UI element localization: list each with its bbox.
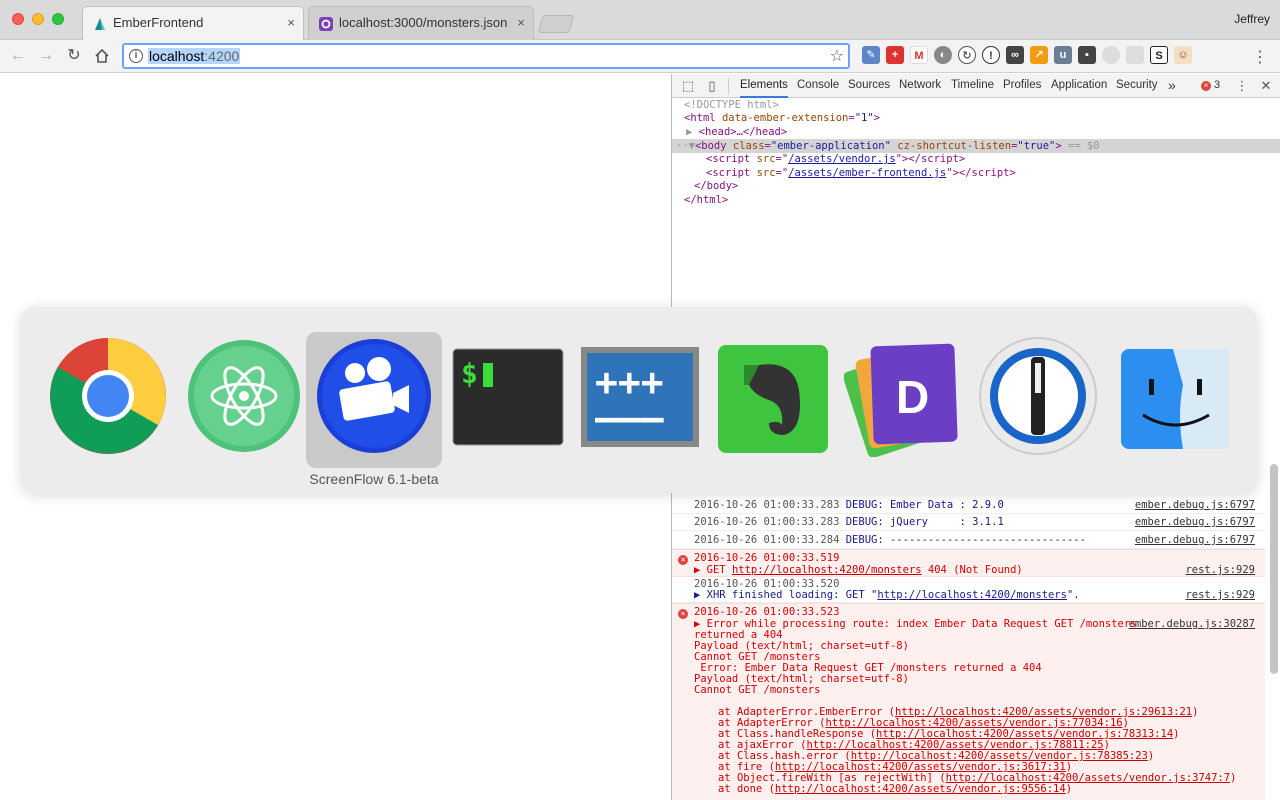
gmail-extension-icon[interactable]: M	[910, 46, 928, 64]
briefcase-extension-icon[interactable]: ▪	[1078, 46, 1096, 64]
s-extension-icon[interactable]: S	[1150, 46, 1168, 64]
new-tab-button[interactable]	[537, 15, 575, 33]
tab-timeline[interactable]: Timeline	[951, 74, 994, 98]
bookmark-star-icon[interactable]: ☆	[830, 46, 844, 66]
devtools-tabbar: ⬚ ▯ Elements Console Sources Network Tim…	[672, 74, 1280, 98]
source-link[interactable]: ember.debug.js:6797	[1135, 499, 1255, 511]
chart-extension-icon[interactable]: ↗	[1030, 46, 1048, 64]
error-count-badge[interactable]: × 3	[1201, 79, 1220, 91]
inspect-element-icon[interactable]: ⬚	[680, 78, 696, 94]
mask-extension-icon[interactable]: ∞	[1006, 46, 1024, 64]
ublock-extension-icon[interactable]: u	[1054, 46, 1072, 64]
compass-extension-icon[interactable]: ◐	[934, 46, 952, 64]
terminal-app-icon[interactable]: $	[451, 335, 573, 457]
ember-inspector-extension-icon[interactable]: ✎	[862, 46, 880, 64]
chrome-app-icon[interactable]	[47, 335, 169, 457]
tab-network[interactable]: Network	[899, 74, 941, 98]
screenflow-app-icon[interactable]	[313, 335, 435, 457]
home-icon[interactable]	[92, 46, 112, 66]
window-titlebar: EmberFrontend × localhost:3000/monsters.…	[0, 0, 1280, 40]
body-close-node[interactable]: </body>	[694, 180, 738, 194]
1password-app-icon[interactable]	[977, 335, 1099, 457]
source-link[interactable]: rest.js:929	[1185, 589, 1255, 601]
stack-frame[interactable]: at done (http://localhost:4200/assets/ve…	[718, 783, 1072, 795]
devtools-menu-icon[interactable]: ⋮	[1234, 78, 1250, 94]
address-bar[interactable]: i localhost:4200 ☆	[122, 43, 850, 69]
plus-extension-icon[interactable]: +	[886, 46, 904, 64]
tab-profiles[interactable]: Profiles	[1003, 74, 1041, 98]
tab-close-icon[interactable]: ×	[517, 7, 525, 39]
source-link[interactable]: ember.debug.js:6797	[1135, 534, 1255, 546]
tab-monsters-json[interactable]: localhost:3000/monsters.json ×	[308, 6, 534, 40]
window-maximize-button[interactable]	[52, 13, 64, 25]
forward-arrow-icon[interactable]: →	[36, 46, 56, 66]
source-link[interactable]: ember.debug.js:6797	[1135, 516, 1255, 528]
html-node[interactable]: <html data-ember-extension="1">	[684, 112, 880, 126]
selected-app-label: ScreenFlow 6.1-beta	[309, 471, 439, 487]
tab-sources[interactable]: Sources	[848, 74, 890, 98]
address-host: localhost	[149, 48, 205, 64]
doctype-node[interactable]: <!DOCTYPE html>	[684, 99, 779, 113]
window-minimize-button[interactable]	[32, 13, 44, 25]
refresh-extension-icon[interactable]: ↻	[958, 46, 976, 64]
browser-toolbar: ← → ↻ i localhost:4200 ☆ ✎ + M ◐ ↻ ! ∞ ↗…	[0, 40, 1280, 73]
ember-favicon-icon	[95, 18, 105, 30]
console-debug-row: 2016-10-26 01:00:33.283 DEBUG: jQuery : …	[672, 514, 1265, 531]
tab-console[interactable]: Console	[797, 74, 839, 98]
alert-extension-icon[interactable]: !	[982, 46, 1000, 64]
address-text[interactable]: localhost:4200	[148, 48, 241, 64]
info-icon[interactable]: i	[129, 49, 143, 63]
profile-name[interactable]: Jeffrey	[1234, 12, 1270, 26]
reload-icon[interactable]: ↻	[64, 46, 84, 66]
character-extension-icon[interactable]: ☺	[1174, 46, 1192, 64]
error-icon: ×	[1201, 81, 1211, 91]
console-xhr-row[interactable]: 2016-10-26 01:00:33.520 ▶ XHR finished l…	[672, 577, 1265, 603]
head-node[interactable]: ▶ <head>…</head>	[686, 126, 787, 140]
error-icon: ×	[678, 609, 688, 619]
console-error-row[interactable]: × 2016-10-26 01:00:33.523 ember.debug.js…	[672, 603, 1265, 800]
tab-security[interactable]: Security	[1116, 74, 1158, 98]
source-link[interactable]: ember.debug.js:30287	[1129, 618, 1255, 630]
svg-text:$: $	[461, 357, 478, 390]
atom-app-icon[interactable]	[183, 335, 305, 457]
elements-tree: <!DOCTYPE html> <html data-ember-extensi…	[672, 99, 1280, 339]
address-port: :4200	[204, 48, 240, 64]
more-tabs-icon[interactable]: »	[1168, 74, 1176, 98]
dash-app-icon[interactable]: D	[844, 335, 966, 457]
tab-title: EmberFrontend	[113, 15, 204, 30]
tab-emberfrontend[interactable]: EmberFrontend ×	[82, 6, 304, 40]
tab-application[interactable]: Application	[1051, 74, 1107, 98]
svg-text:D: D	[896, 371, 929, 423]
app-switcher: $ +++ ——— D ScreenFlow 6.1-beta	[21, 307, 1257, 493]
evernote-app-icon[interactable]	[714, 335, 836, 457]
tab-title: localhost:3000/monsters.json	[339, 15, 508, 30]
console-debug-row: 2016-10-26 01:00:33.283 DEBUG: Ember Dat…	[672, 497, 1265, 514]
html-close-node[interactable]: </html>	[684, 194, 728, 208]
finder-app-icon[interactable]	[1115, 335, 1237, 457]
diff-app-icon[interactable]: +++ ———	[579, 335, 701, 457]
back-arrow-icon[interactable]: ←	[8, 46, 28, 66]
window-close-button[interactable]	[12, 13, 24, 25]
script-app-node[interactable]: <script src="/assets/ember-frontend.js">…	[706, 167, 1016, 181]
console-error-row[interactable]: × 2016-10-26 01:00:33.519 ▶ GET http://l…	[672, 549, 1265, 577]
devtools-close-icon[interactable]: ✕	[1258, 78, 1274, 94]
quickjson-favicon-icon	[319, 17, 333, 31]
error-icon: ×	[678, 555, 688, 565]
body-node[interactable]: ··▼<body class="ember-application" cz-sh…	[676, 140, 1100, 154]
script-vendor-node[interactable]: <script src="/assets/vendor.js"></script…	[706, 153, 965, 167]
console-debug-row: 2016-10-26 01:00:33.284 DEBUG: ---------…	[672, 531, 1265, 549]
tab-elements[interactable]: Elements	[740, 74, 788, 98]
extensions-bar: ✎ + M ◐ ↻ ! ∞ ↗ u ▪ S ☺	[862, 46, 1192, 66]
tab-close-icon[interactable]: ×	[287, 7, 295, 39]
source-link[interactable]: rest.js:929	[1185, 564, 1255, 576]
leaf-extension-icon[interactable]	[1102, 46, 1120, 64]
device-toolbar-icon[interactable]: ▯	[704, 78, 720, 94]
svg-text:———: ———	[595, 396, 664, 440]
chrome-menu-icon[interactable]: ⋮	[1252, 47, 1268, 67]
puzzle-extension-icon[interactable]	[1126, 46, 1144, 64]
console-log: 2016-10-26 01:00:33.283 DEBUG: Ember Dat…	[672, 492, 1280, 800]
